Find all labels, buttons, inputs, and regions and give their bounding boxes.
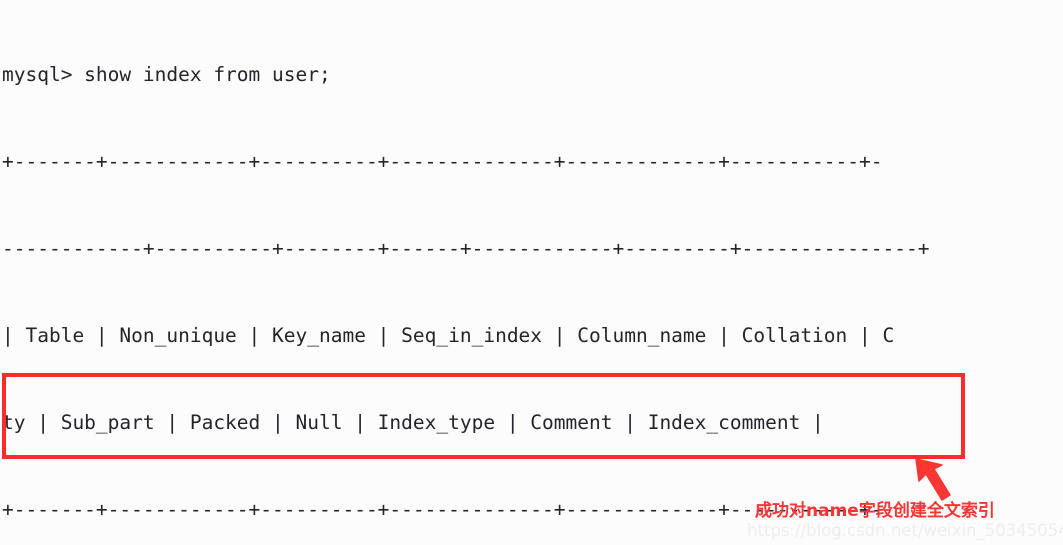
terminal-line: +-------+------------+----------+-------… bbox=[2, 150, 883, 173]
annotation-label: 成功对name字段创建全文索引 bbox=[755, 501, 995, 521]
mysql-terminal-output[interactable]: mysql> show index from user; +-------+--… bbox=[0, 0, 1063, 545]
terminal-line: | Table | Non_unique | Key_name | Seq_in… bbox=[2, 324, 895, 347]
terminal-line: ------------+----------+--------+------+… bbox=[2, 237, 930, 260]
terminal-line: mysql> show index from user; bbox=[2, 63, 331, 86]
watermark-url: https://blog.csdn.net/weixin_50345054 bbox=[747, 521, 1063, 540]
terminal-screenshot: mysql> show index from user; +-------+--… bbox=[0, 0, 1063, 545]
terminal-line: ty | Sub_part | Packed | Null | Index_ty… bbox=[2, 411, 824, 434]
